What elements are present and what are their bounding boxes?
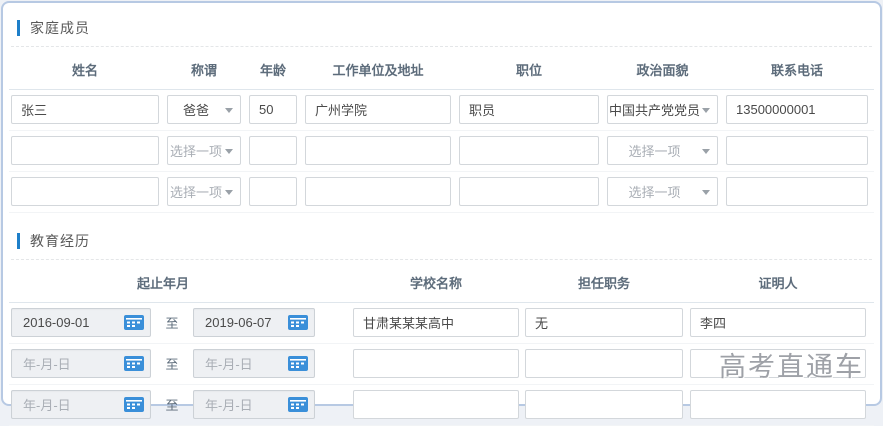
- age-input[interactable]: [249, 177, 297, 206]
- name-input[interactable]: [11, 136, 159, 165]
- calendar-icon[interactable]: [124, 315, 144, 330]
- section-title-label: 家庭成员: [30, 20, 90, 36]
- column-header-political: 政治面貌: [636, 63, 689, 78]
- family-section-title: 家庭成员: [17, 19, 874, 37]
- family-section: 家庭成员 姓名 称谓 年龄 工作单位及地址 职位 政治面貌 联系电话 爸爸 中国…: [9, 19, 874, 213]
- column-header-age: 年龄: [259, 63, 286, 78]
- name-input[interactable]: [11, 177, 159, 206]
- calendar-icon[interactable]: [288, 356, 308, 371]
- political-select[interactable]: 选择一项: [607, 136, 718, 165]
- end-date-placeholder: 年-月-日: [205, 357, 253, 372]
- column-header-date-range: 起止年月: [136, 276, 189, 291]
- reference-input[interactable]: [690, 390, 866, 419]
- school-input[interactable]: [353, 308, 519, 337]
- relation-select[interactable]: 选择一项: [167, 177, 241, 206]
- education-section-title: 教育经历: [17, 232, 874, 250]
- calendar-icon[interactable]: [124, 397, 144, 412]
- section-accent-bar: [17, 20, 20, 36]
- work-input[interactable]: [305, 177, 451, 206]
- column-header-relation: 称谓: [190, 63, 217, 78]
- relation-select[interactable]: 选择一项: [167, 136, 241, 165]
- political-select[interactable]: 中国共产党党员: [607, 95, 718, 124]
- family-row: 选择一项 选择一项: [9, 131, 874, 172]
- education-table-header: 起止年月 学校名称 担任职务 证明人: [9, 260, 874, 303]
- end-date-picker[interactable]: 年-月-日: [193, 349, 315, 378]
- section-title-label: 教育经历: [30, 233, 90, 249]
- position-input[interactable]: [459, 136, 599, 165]
- phone-input[interactable]: [726, 177, 868, 206]
- political-select-placeholder: 选择一项: [628, 144, 681, 159]
- duty-input[interactable]: [525, 390, 683, 419]
- relation-select-value: 爸爸: [182, 103, 209, 118]
- relation-select[interactable]: 爸爸: [167, 95, 241, 124]
- name-input[interactable]: [11, 95, 159, 124]
- education-section: 教育经历 起止年月 学校名称 担任职务 证明人 2016-09-01 至 201…: [9, 232, 874, 426]
- political-select[interactable]: 选择一项: [607, 177, 718, 206]
- duty-input[interactable]: [525, 349, 683, 378]
- chevron-down-icon: [702, 190, 710, 195]
- to-label: 至: [165, 357, 179, 372]
- phone-input[interactable]: [726, 95, 868, 124]
- political-select-placeholder: 选择一项: [628, 185, 681, 200]
- relation-select-placeholder: 选择一项: [169, 144, 222, 159]
- chevron-down-icon: [702, 108, 710, 113]
- to-label: 至: [165, 398, 179, 413]
- age-input[interactable]: [249, 136, 297, 165]
- work-input[interactable]: [305, 95, 451, 124]
- calendar-icon[interactable]: [288, 397, 308, 412]
- chevron-down-icon: [225, 108, 233, 113]
- chevron-down-icon: [225, 149, 233, 154]
- family-row: 爸爸 中国共产党党员: [9, 90, 874, 131]
- school-input[interactable]: [353, 349, 519, 378]
- column-header-position: 职位: [515, 63, 542, 78]
- end-date-value: 2019-06-07: [205, 315, 272, 330]
- column-header-work: 工作单位及地址: [332, 63, 424, 78]
- position-input[interactable]: [459, 177, 599, 206]
- column-header-duty: 担任职务: [577, 276, 630, 291]
- column-header-phone: 联系电话: [770, 63, 823, 78]
- start-date-picker[interactable]: 年-月-日: [11, 349, 151, 378]
- political-select-value: 中国共产党党员: [608, 103, 700, 118]
- end-date-placeholder: 年-月-日: [205, 398, 253, 413]
- form-panel: 家庭成员 姓名 称谓 年龄 工作单位及地址 职位 政治面貌 联系电话 爸爸 中国…: [1, 1, 882, 426]
- family-table-header: 姓名 称谓 年龄 工作单位及地址 职位 政治面貌 联系电话: [9, 47, 874, 90]
- column-header-school: 学校名称: [409, 276, 462, 291]
- start-date-value: 2016-09-01: [23, 315, 90, 330]
- end-date-picker[interactable]: 年-月-日: [193, 390, 315, 419]
- work-input[interactable]: [305, 136, 451, 165]
- relation-select-placeholder: 选择一项: [169, 185, 222, 200]
- chevron-down-icon: [702, 149, 710, 154]
- reference-input[interactable]: [690, 349, 866, 378]
- chevron-down-icon: [225, 190, 233, 195]
- age-input[interactable]: [249, 95, 297, 124]
- section-accent-bar: [17, 233, 20, 249]
- end-date-picker[interactable]: 2019-06-07: [193, 308, 315, 337]
- start-date-placeholder: 年-月-日: [23, 357, 71, 372]
- education-row: 年-月-日 至 年-月-日: [9, 385, 874, 426]
- start-date-placeholder: 年-月-日: [23, 398, 71, 413]
- column-header-reference: 证明人: [758, 276, 798, 291]
- position-input[interactable]: [459, 95, 599, 124]
- reference-input[interactable]: [690, 308, 866, 337]
- start-date-picker[interactable]: 2016-09-01: [11, 308, 151, 337]
- education-row: 2016-09-01 至 2019-06-07: [9, 303, 874, 344]
- duty-input[interactable]: [525, 308, 683, 337]
- column-header-name: 姓名: [71, 63, 98, 78]
- to-label: 至: [165, 316, 179, 331]
- education-row: 年-月-日 至 年-月-日: [9, 344, 874, 385]
- calendar-icon[interactable]: [288, 315, 308, 330]
- start-date-picker[interactable]: 年-月-日: [11, 390, 151, 419]
- calendar-icon[interactable]: [124, 356, 144, 371]
- family-row: 选择一项 选择一项: [9, 172, 874, 213]
- school-input[interactable]: [353, 390, 519, 419]
- phone-input[interactable]: [726, 136, 868, 165]
